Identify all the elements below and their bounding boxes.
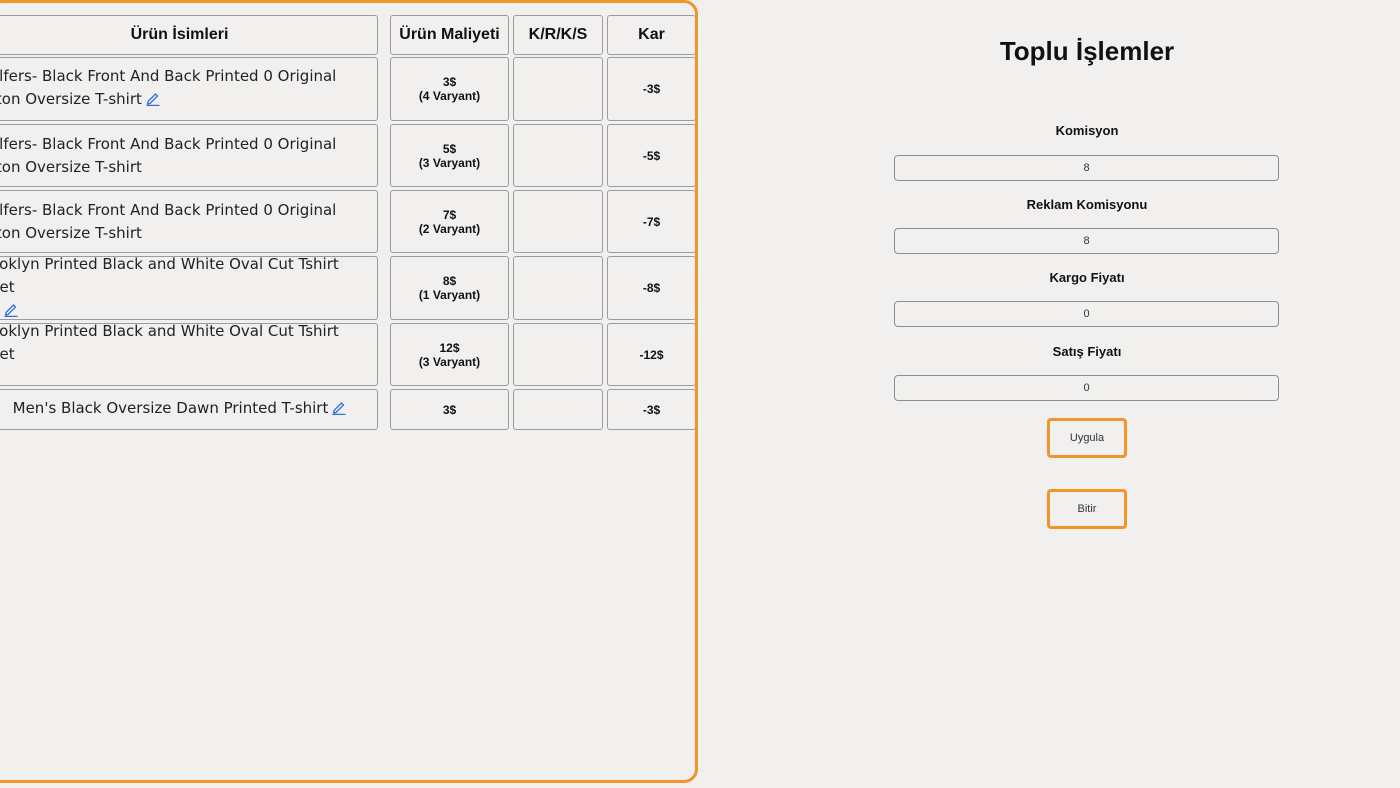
table-row-cost: 7$ (2 Varyant) bbox=[390, 190, 509, 253]
table-row-cost: 5$ (3 Varyant) bbox=[390, 124, 509, 187]
table-row-name: olfers- Black Front And Back Printed 0 O… bbox=[0, 57, 378, 121]
table-row-profit: -5$ bbox=[607, 124, 695, 187]
pencil-icon[interactable] bbox=[146, 90, 160, 113]
sale-price-input[interactable] bbox=[894, 375, 1279, 401]
table-row-cost: 8$ (1 Varyant) bbox=[390, 256, 509, 320]
table-row-profit: -3$ bbox=[607, 57, 695, 121]
products-table-panel: Ürün İsimleri Ürün Maliyeti K/R/K/S Kar … bbox=[0, 0, 698, 783]
header-profit: Kar bbox=[607, 15, 695, 55]
table-row-profit: -8$ bbox=[607, 256, 695, 320]
table-row-krks bbox=[513, 389, 603, 430]
table-row-krks bbox=[513, 323, 603, 386]
finish-button[interactable]: Bitir bbox=[1047, 489, 1127, 529]
header-product-cost: Ürün Maliyeti bbox=[390, 15, 509, 55]
table-row-profit: -3$ bbox=[607, 389, 695, 430]
table-row-name: olfers- Black Front And Back Printed 0 O… bbox=[0, 190, 378, 253]
sale-price-label: Satış Fiyatı bbox=[1052, 344, 1122, 359]
table-row-name: ooklyn Printed Black and White Oval Cut … bbox=[0, 322, 378, 386]
table-row-name: olfers- Black Front And Back Printed 0 O… bbox=[0, 124, 378, 187]
table-row-cost: 3$ bbox=[390, 389, 509, 430]
table-row-profit: -7$ bbox=[607, 190, 695, 253]
table-row-profit: -12$ bbox=[607, 323, 695, 386]
table-row-name: ooklyn Printed Black and White Oval Cut … bbox=[0, 255, 378, 320]
header-product-names: Ürün İsimleri bbox=[0, 15, 378, 55]
table-row-krks bbox=[513, 256, 603, 320]
table-row-krks bbox=[513, 57, 603, 121]
apply-button[interactable]: Uygula bbox=[1047, 418, 1127, 458]
commission-label: Komisyon bbox=[1055, 123, 1119, 138]
shipping-price-label: Kargo Fiyatı bbox=[1049, 270, 1125, 285]
table-row-cost: 12$ (3 Varyant) bbox=[390, 323, 509, 386]
table-row-krks bbox=[513, 190, 603, 253]
ad-commission-input[interactable] bbox=[894, 228, 1279, 254]
header-krks: K/R/K/S bbox=[513, 15, 603, 55]
table-row-name: Men's Black Oversize Dawn Printed T-shir… bbox=[0, 389, 378, 430]
bulk-operations-title: Toplu İşlemler bbox=[999, 36, 1175, 66]
shipping-price-input[interactable] bbox=[894, 301, 1279, 327]
commission-input[interactable] bbox=[894, 155, 1279, 181]
table-row-cost: 3$ (4 Varyant) bbox=[390, 57, 509, 121]
table-row-krks bbox=[513, 124, 603, 187]
ad-commission-label: Reklam Komisyonu bbox=[1026, 197, 1148, 212]
pencil-icon[interactable] bbox=[332, 399, 346, 422]
